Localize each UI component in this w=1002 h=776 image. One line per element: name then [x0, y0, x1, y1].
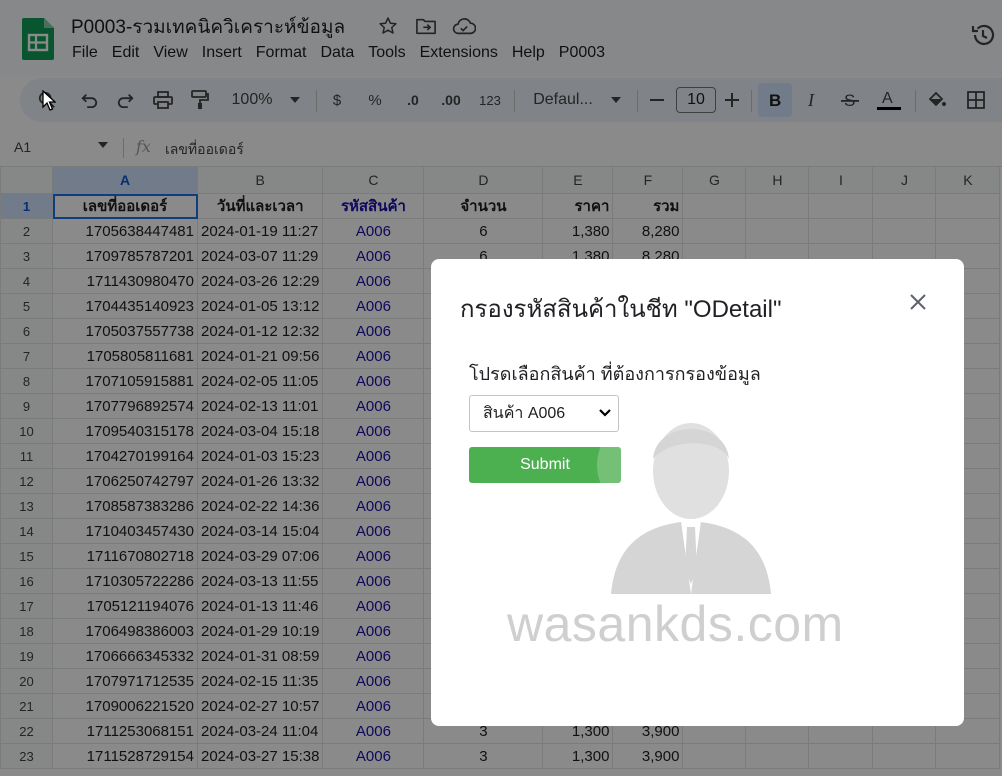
product-select-label: โปรดเลือกสินค้า ที่ต้องการกรองข้อมูล	[469, 364, 761, 384]
submit-button[interactable]: Submit	[469, 447, 621, 483]
filter-dialog: wasankds.com กรองรหัสสินค้าในชีท "ODetai…	[431, 259, 964, 726]
watermark-text: wasankds.com	[507, 596, 844, 652]
close-icon[interactable]	[908, 292, 928, 312]
chevron-down-icon	[599, 409, 611, 417]
watermark-avatar-icon	[611, 423, 771, 594]
mouse-cursor-icon	[42, 90, 56, 111]
submit-label: Submit	[520, 456, 570, 473]
button-highlight	[597, 447, 621, 483]
dialog-title: กรองรหัสสินค้าในชีท "ODetail"	[460, 296, 782, 323]
product-select[interactable]: สินค้า A006	[469, 395, 619, 432]
product-select-value: สินค้า A006	[483, 405, 566, 422]
